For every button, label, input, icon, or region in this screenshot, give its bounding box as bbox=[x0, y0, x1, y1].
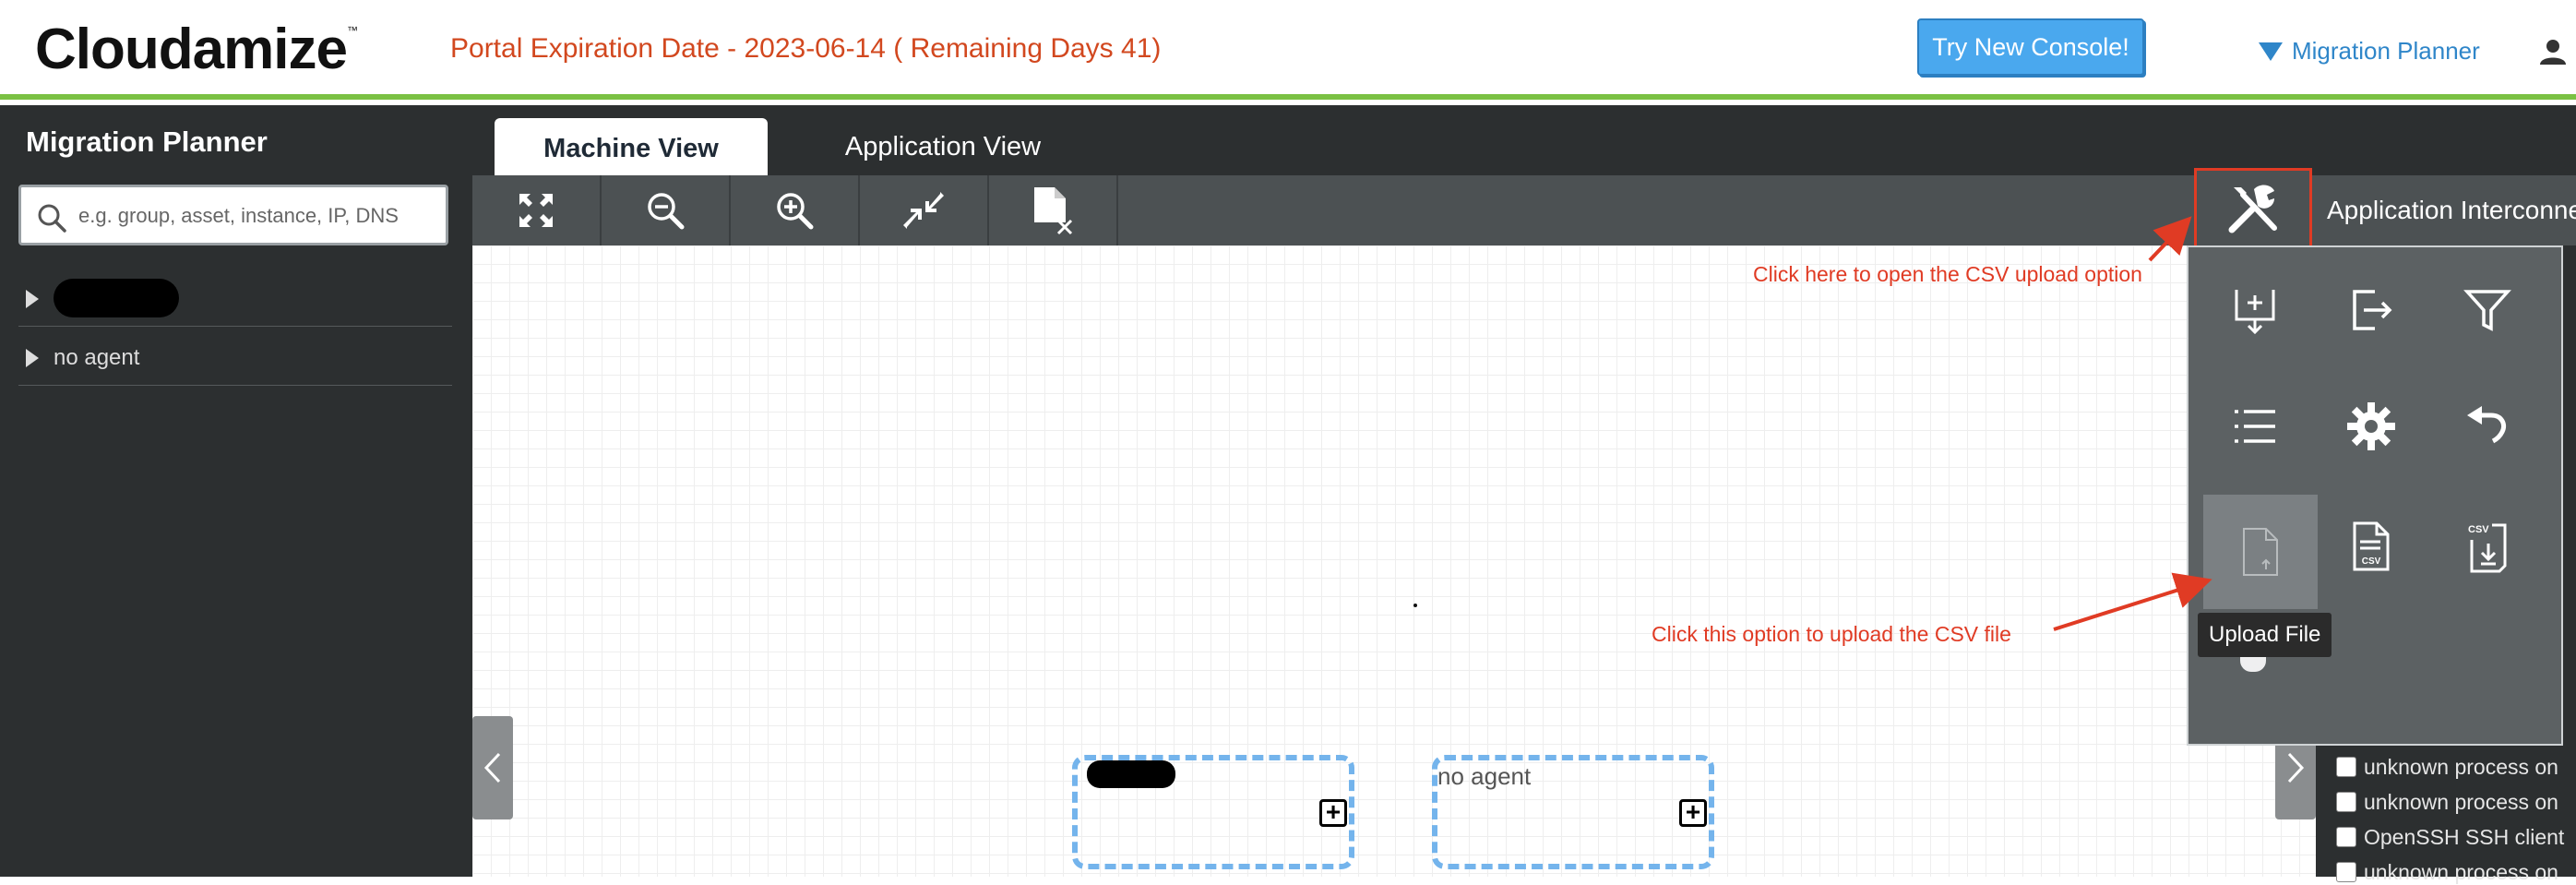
tab-machine-view[interactable]: Machine View bbox=[495, 118, 768, 175]
tools-popup-menu: CSV CSV bbox=[2187, 245, 2563, 746]
tree-item-label: no agent bbox=[54, 345, 140, 370]
search-icon bbox=[38, 204, 66, 233]
svg-text:CSV: CSV bbox=[2468, 524, 2489, 535]
try-new-console-button[interactable]: Try New Console! bbox=[1917, 18, 2144, 76]
sidebar-title: Migration Planner bbox=[26, 126, 268, 158]
csv-download-option[interactable]: CSV bbox=[2430, 489, 2545, 604]
view-tabs: Machine View Application View bbox=[472, 105, 2576, 175]
filter-icon bbox=[2463, 290, 2511, 331]
annotation-upload-hint: Click this option to upload the CSV file bbox=[1652, 622, 2011, 646]
group-label: no agent bbox=[1437, 762, 1532, 790]
dropdown-triangle-icon bbox=[2259, 42, 2283, 61]
export-icon bbox=[2353, 290, 2392, 330]
search-box[interactable] bbox=[18, 185, 448, 245]
csv-file-icon: CSV bbox=[2353, 521, 2390, 571]
expand-group-button[interactable]: + bbox=[1319, 799, 1347, 827]
tree-item-redacted[interactable] bbox=[18, 268, 452, 327]
group-node-redacted[interactable]: + bbox=[1072, 755, 1354, 869]
expand-group-button[interactable]: + bbox=[1679, 799, 1707, 827]
import-option[interactable] bbox=[2198, 253, 2312, 367]
upload-file-option[interactable] bbox=[2203, 495, 2318, 609]
group-node-no-agent[interactable]: no agent + bbox=[1432, 755, 1714, 869]
undo-icon bbox=[2467, 406, 2506, 444]
import-icon bbox=[2235, 290, 2275, 334]
migration-planner-menu[interactable]: Migration Planner bbox=[2259, 37, 2480, 66]
zoom-out-button[interactable] bbox=[602, 175, 731, 245]
zoom-in-icon bbox=[777, 193, 814, 230]
tools-icon bbox=[2228, 185, 2277, 233]
chevron-left-icon bbox=[483, 752, 501, 783]
upload-file-icon bbox=[2243, 528, 2278, 576]
settings-icon bbox=[2347, 402, 2395, 450]
remove-file-icon bbox=[1034, 187, 1073, 235]
expand-arrow-icon[interactable] bbox=[26, 290, 39, 308]
csv-file-option[interactable]: CSV bbox=[2314, 489, 2428, 604]
list-option[interactable] bbox=[2198, 369, 2312, 484]
checkbox[interactable] bbox=[2336, 862, 2356, 882]
annotation-tools-hint: Click here to open the CSV upload option bbox=[1753, 262, 2142, 286]
fit-screen-button[interactable] bbox=[472, 175, 602, 245]
checkbox[interactable] bbox=[2336, 757, 2356, 777]
chevron-right-icon bbox=[2287, 752, 2305, 783]
process-checkbox-row[interactable]: OpenSSH SSH client bbox=[2336, 825, 2564, 850]
svg-text:CSV: CSV bbox=[2362, 556, 2381, 567]
tree-item-no-agent[interactable]: no agent bbox=[18, 327, 452, 386]
portal-expiration-text: Portal Expiration Date - 2023-06-14 ( Re… bbox=[450, 33, 1162, 64]
fit-screen-icon bbox=[519, 194, 553, 227]
export-option[interactable] bbox=[2314, 253, 2428, 367]
remove-file-button[interactable] bbox=[989, 175, 1118, 245]
undo-option[interactable] bbox=[2430, 369, 2545, 484]
canvas-dot bbox=[1413, 604, 1417, 607]
zoom-out-icon bbox=[648, 193, 685, 230]
zoom-in-button[interactable] bbox=[731, 175, 860, 245]
expand-arrow-icon[interactable] bbox=[26, 349, 39, 367]
search-input[interactable] bbox=[78, 200, 438, 232]
application-interconnections-title: Application Interconne bbox=[2327, 196, 2576, 224]
tab-application-view[interactable]: Application View bbox=[777, 118, 1109, 175]
tools-button[interactable] bbox=[2194, 168, 2312, 249]
process-checkbox-row[interactable]: unknown process on bbox=[2336, 755, 2558, 780]
redacted-label bbox=[1087, 760, 1175, 788]
checkbox[interactable] bbox=[2336, 827, 2356, 847]
csv-download-icon: CSV bbox=[2468, 523, 2507, 573]
redacted-label bbox=[54, 279, 179, 317]
collapse-left-button[interactable] bbox=[472, 716, 513, 819]
collapse-button[interactable] bbox=[860, 175, 989, 245]
upload-file-tooltip: Upload File bbox=[2198, 613, 2332, 657]
collapse-icon bbox=[903, 192, 944, 229]
settings-option[interactable] bbox=[2314, 369, 2428, 484]
process-checkbox-row[interactable]: unknown process on bbox=[2336, 860, 2558, 885]
list-icon bbox=[2235, 410, 2275, 443]
left-sidebar: Migration Planner no agent bbox=[0, 105, 472, 877]
user-icon[interactable] bbox=[2539, 39, 2567, 65]
filter-option[interactable] bbox=[2430, 253, 2545, 367]
top-header: Cloudamize™ Portal Expiration Date - 202… bbox=[0, 0, 2576, 100]
cloudamize-logo[interactable]: Cloudamize™ bbox=[35, 17, 358, 82]
process-checkbox-row[interactable]: unknown process on bbox=[2336, 790, 2558, 815]
checkbox[interactable] bbox=[2336, 792, 2356, 812]
